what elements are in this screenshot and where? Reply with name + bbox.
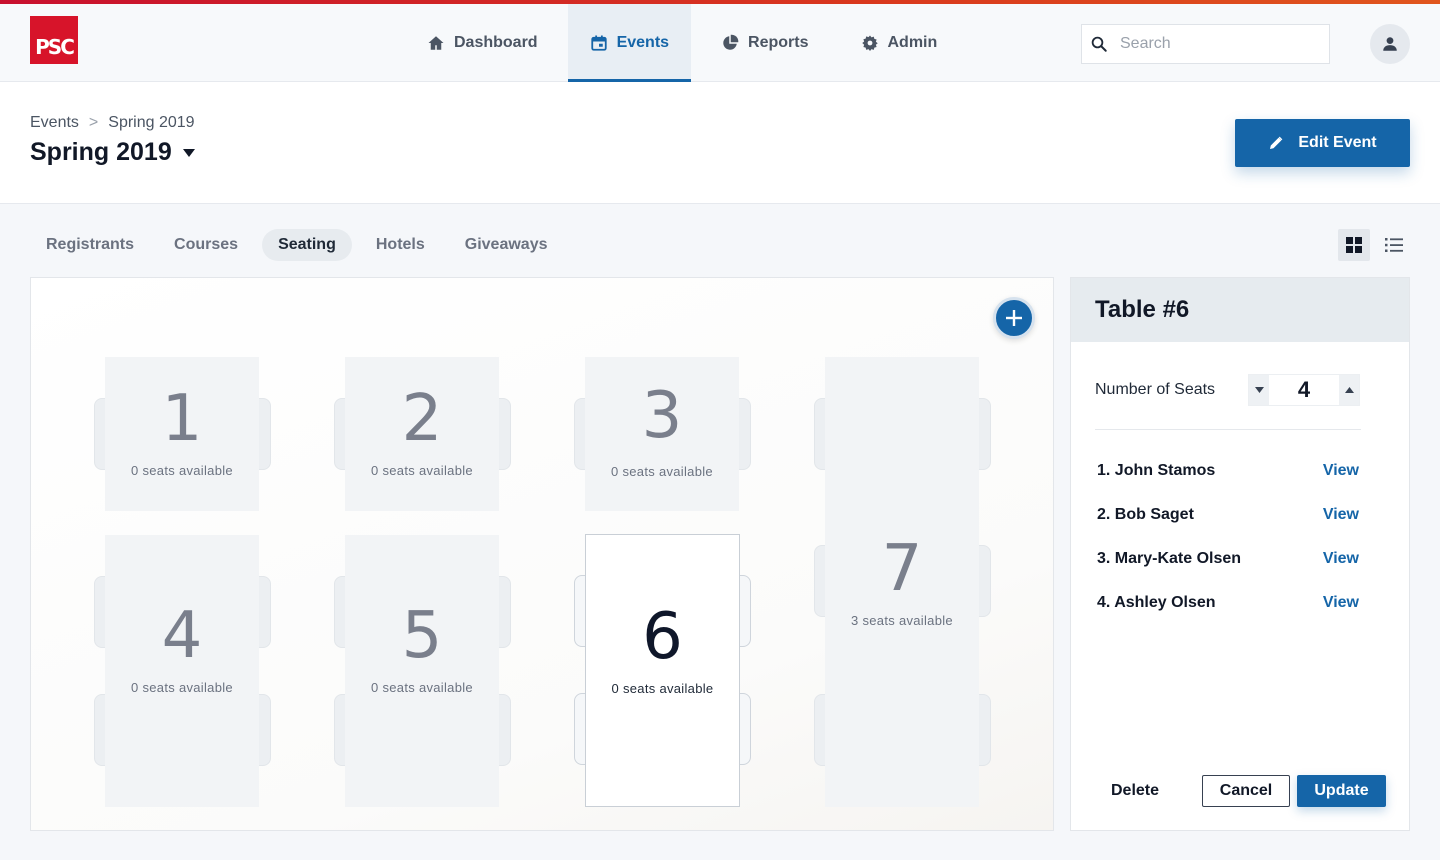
nav-item-dashboard[interactable]: Dashboard: [405, 4, 560, 82]
view-attendee-link[interactable]: View: [1323, 462, 1359, 480]
table-number: 4: [161, 599, 203, 673]
nav-label-reports: Reports: [748, 34, 809, 51]
seating-table-3[interactable]: 3 0 seats available: [585, 357, 739, 511]
edit-event-label: Edit Event: [1298, 134, 1377, 151]
list-item: 3. Mary-Kate Olsen View: [1097, 550, 1359, 594]
page-header: Events > Spring 2019 Spring 2019 Edit Ev…: [0, 82, 1440, 204]
pie-chart-icon: [723, 34, 739, 50]
seating-table-5[interactable]: 5 0 seats available: [345, 535, 499, 807]
tab-seating[interactable]: Seating: [262, 229, 352, 261]
caret-down-icon: [182, 148, 195, 157]
user-icon: [1383, 37, 1397, 51]
seating-table-2[interactable]: 2 0 seats available: [345, 357, 499, 511]
table-availability: 3 seats available: [851, 613, 953, 628]
add-table-button[interactable]: [993, 297, 1035, 339]
user-avatar-button[interactable]: [1370, 24, 1410, 64]
attendee-name: 1. John Stamos: [1097, 462, 1216, 479]
triangle-up-icon: [1344, 387, 1354, 393]
attendee-name: 2. Bob Saget: [1097, 506, 1194, 523]
event-tabs: Registrants Courses Seating Hotels Givea…: [30, 229, 564, 261]
view-mode-toggle: [1338, 229, 1410, 261]
list-item: 4. Ashley Olsen View: [1097, 594, 1359, 638]
decrement-seats-button[interactable]: [1249, 375, 1269, 405]
nav-item-reports[interactable]: Reports: [699, 4, 830, 82]
nav-item-admin[interactable]: Admin: [839, 4, 960, 82]
view-attendee-link[interactable]: View: [1323, 506, 1359, 524]
cancel-button[interactable]: Cancel: [1202, 775, 1290, 807]
search-box: [1081, 24, 1330, 64]
home-icon: [428, 36, 444, 50]
table-availability: 0 seats available: [131, 680, 233, 695]
increment-seats-button[interactable]: [1339, 375, 1359, 405]
seats-stepper: 4: [1248, 374, 1360, 406]
number-of-seats-label: Number of Seats: [1095, 381, 1216, 398]
gear-icon: [861, 35, 878, 51]
attendee-list: 1. John Stamos View 2. Bob Saget View 3.…: [1097, 462, 1359, 638]
table-availability: 0 seats available: [611, 681, 714, 696]
table-availability: 0 seats available: [611, 464, 713, 479]
grid-view-button[interactable]: [1338, 229, 1370, 261]
grid-icon: [1346, 237, 1362, 253]
nav-label-dashboard: Dashboard: [454, 34, 538, 51]
breadcrumb-separator: >: [88, 114, 99, 131]
view-attendee-link[interactable]: View: [1323, 594, 1359, 612]
pencil-icon: [1270, 136, 1283, 149]
tab-courses[interactable]: Courses: [158, 229, 254, 261]
panel-title: Table #6: [1071, 278, 1409, 342]
list-item: 2. Bob Saget View: [1097, 506, 1359, 550]
update-button[interactable]: Update: [1297, 775, 1386, 807]
nav-label-admin: Admin: [887, 34, 938, 51]
panel-actions: Delete Cancel Update: [1111, 775, 1387, 807]
seating-table-1[interactable]: 1 0 seats available: [105, 357, 259, 511]
attendee-name: 3. Mary-Kate Olsen: [1097, 550, 1242, 567]
psc-logo[interactable]: PSC: [30, 16, 78, 64]
seats-value[interactable]: 4: [1269, 377, 1339, 403]
edit-event-button[interactable]: Edit Event: [1235, 119, 1410, 167]
table-number: 6: [642, 600, 683, 674]
delete-button[interactable]: Delete: [1111, 775, 1159, 807]
table-number: 2: [401, 382, 443, 456]
search-icon: [1091, 36, 1107, 52]
top-navigation-bar: PSC Dashboard Events Reports Admin: [0, 4, 1440, 82]
breadcrumb: Events > Spring 2019: [30, 114, 195, 132]
attendee-name: 4. Ashley Olsen: [1097, 594, 1216, 611]
nav-item-events[interactable]: Events: [567, 4, 692, 82]
list-view-button[interactable]: [1378, 229, 1410, 261]
table-number: 3: [641, 379, 683, 453]
nav-label-events: Events: [616, 34, 670, 51]
divider: [1095, 429, 1361, 430]
plus-icon: [1006, 310, 1022, 326]
table-number: 7: [881, 532, 923, 606]
event-selector[interactable]: Spring 2019: [30, 138, 196, 167]
seating-table-7[interactable]: 7 3 seats available: [825, 357, 979, 807]
list-item: 1. John Stamos View: [1097, 462, 1359, 506]
breadcrumb-current: Spring 2019: [108, 114, 195, 131]
seating-canvas: 1 0 seats available 2 0 seats available …: [30, 277, 1054, 831]
search-input[interactable]: [1120, 35, 1300, 53]
tab-giveaways[interactable]: Giveaways: [449, 229, 564, 261]
seating-table-6[interactable]: 6 0 seats available: [585, 534, 740, 807]
calendar-icon: [590, 35, 607, 51]
seating-table-4[interactable]: 4 0 seats available: [105, 535, 259, 807]
tab-registrants[interactable]: Registrants: [30, 229, 150, 261]
triangle-down-icon: [1254, 387, 1264, 393]
number-of-seats-row: Number of Seats 4: [1095, 374, 1361, 406]
table-availability: 0 seats available: [131, 463, 233, 478]
table-details-panel: Table #6 Number of Seats 4 1. John Stamo…: [1070, 277, 1410, 831]
view-attendee-link[interactable]: View: [1323, 550, 1359, 568]
table-number: 1: [161, 382, 203, 456]
tab-hotels[interactable]: Hotels: [360, 229, 441, 261]
breadcrumb-events-link[interactable]: Events: [30, 114, 79, 132]
list-icon: [1385, 238, 1403, 252]
table-availability: 0 seats available: [371, 680, 473, 695]
page-title: Spring 2019: [30, 138, 172, 166]
table-availability: 0 seats available: [371, 463, 473, 478]
main-nav: Dashboard Events Reports Admin: [405, 4, 967, 82]
table-number: 5: [401, 599, 443, 673]
